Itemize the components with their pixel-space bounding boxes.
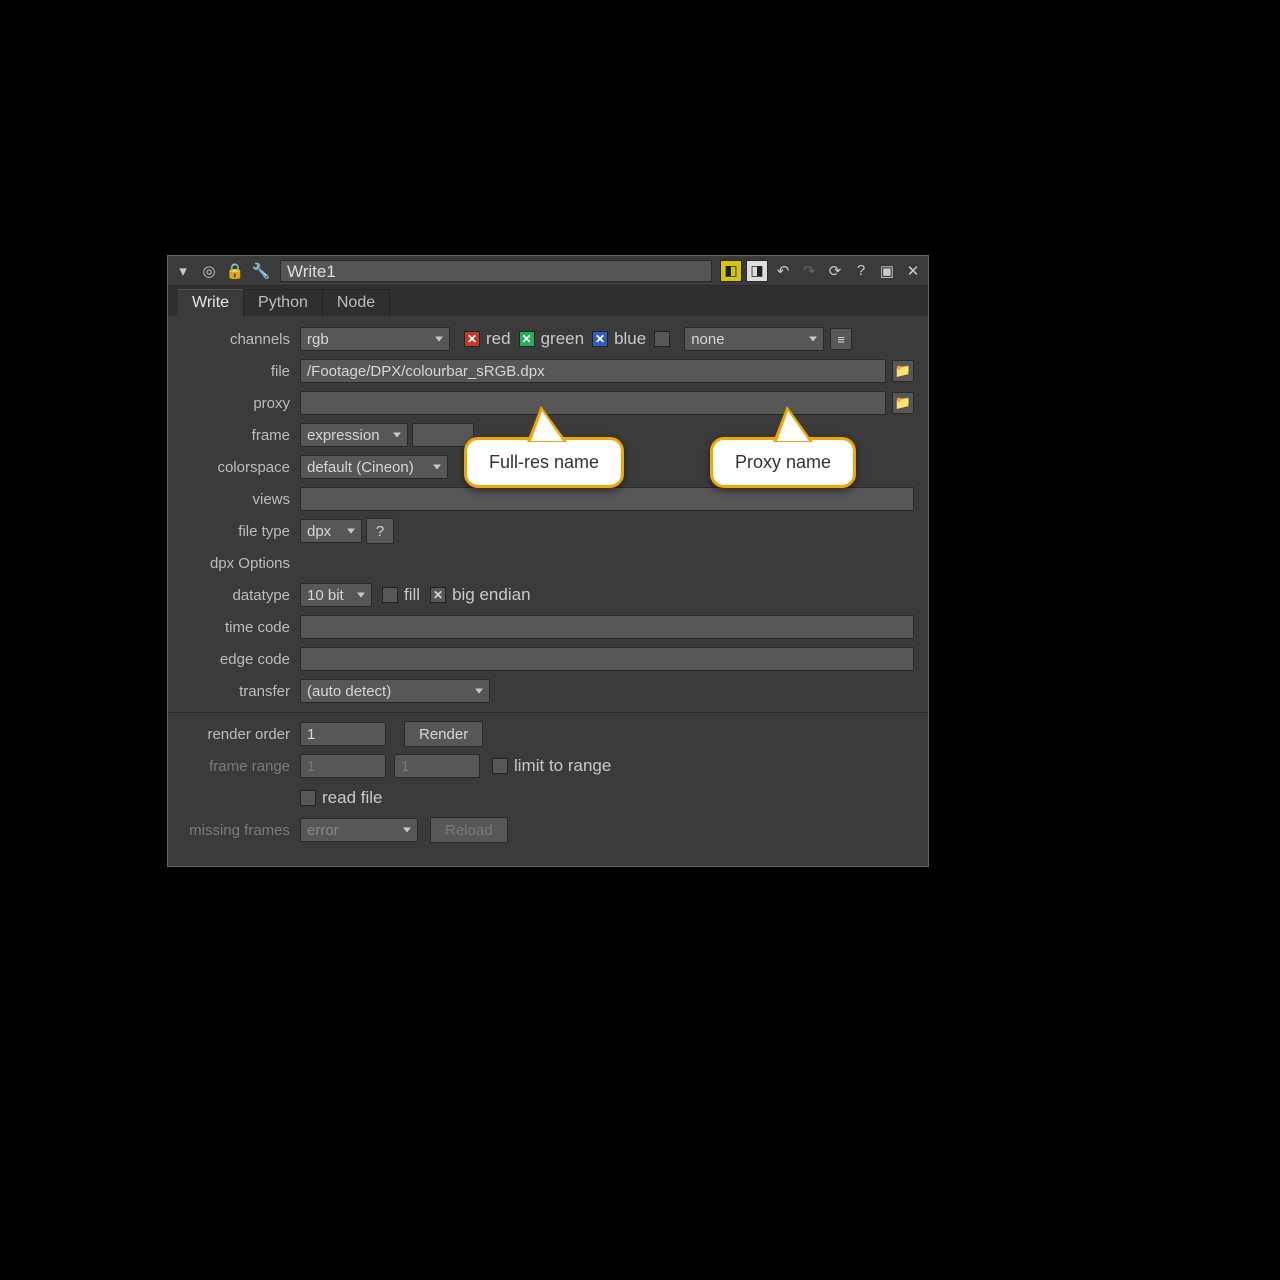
- target-icon[interactable]: ◎: [198, 260, 220, 282]
- views-input[interactable]: [300, 487, 914, 511]
- colorspace-select[interactable]: default (Cineon): [300, 455, 448, 479]
- channel-green-checkbox[interactable]: [519, 331, 535, 347]
- frame-range-start-input[interactable]: [300, 754, 386, 778]
- datatype-select[interactable]: 10 bit: [300, 583, 372, 607]
- label-frame: frame: [182, 427, 300, 444]
- titlebar: ▾ ◎ 🔒 🔧 Write1 ◧ ◨ ↶ ↷ ⟳ ? ▣ ✕: [168, 256, 928, 286]
- file-type-help-button[interactable]: ?: [366, 518, 394, 544]
- channel-red-checkbox[interactable]: [464, 331, 480, 347]
- label-fill: fill: [404, 585, 420, 605]
- file-input[interactable]: [300, 359, 886, 383]
- node-name-field[interactable]: Write1: [280, 260, 712, 282]
- label-big-endian: big endian: [452, 585, 530, 605]
- label-channels: channels: [182, 331, 300, 348]
- label-transfer: transfer: [182, 683, 300, 700]
- channel-blue-checkbox[interactable]: [592, 331, 608, 347]
- frame-select[interactable]: expression: [300, 423, 408, 447]
- callout-proxy: Proxy name: [710, 437, 856, 488]
- tab-write[interactable]: Write: [178, 289, 244, 316]
- redo-icon[interactable]: ↷: [798, 260, 820, 282]
- label-datatype: datatype: [182, 587, 300, 604]
- label-limit-to-range: limit to range: [514, 756, 611, 776]
- label-colorspace: colorspace: [182, 459, 300, 476]
- channels-select[interactable]: rgb: [300, 327, 450, 351]
- file-type-select[interactable]: dpx: [300, 519, 362, 543]
- callout-proxy-text: Proxy name: [735, 452, 831, 472]
- dock-icon[interactable]: ▣: [876, 260, 898, 282]
- file-browse-icon[interactable]: 📁: [892, 360, 914, 382]
- tab-node[interactable]: Node: [323, 289, 390, 316]
- undo-icon[interactable]: ↶: [772, 260, 794, 282]
- close-icon[interactable]: ✕: [902, 260, 924, 282]
- revert-icon[interactable]: ⟳: [824, 260, 846, 282]
- callout-tail-icon: [527, 406, 567, 442]
- label-render-order: render order: [182, 726, 300, 743]
- label-read-file: read file: [322, 788, 382, 808]
- help-icon[interactable]: ?: [850, 260, 872, 282]
- label-blue: blue: [614, 329, 646, 349]
- tab-bar: Write Python Node: [168, 286, 928, 316]
- render-button[interactable]: Render: [404, 721, 483, 747]
- label-green: green: [541, 329, 584, 349]
- label-frame-range: frame range: [182, 758, 300, 775]
- callout-tail-icon: [773, 406, 813, 442]
- channel-extra-checkbox[interactable]: [654, 331, 670, 347]
- label-red: red: [486, 329, 511, 349]
- limit-to-range-checkbox[interactable]: [492, 758, 508, 774]
- label-dpx-options: dpx Options: [182, 555, 300, 572]
- disclosure-triangle-icon[interactable]: ▾: [172, 260, 194, 282]
- indicator-a-icon[interactable]: ◧: [720, 260, 742, 282]
- missing-frames-select[interactable]: error: [300, 818, 418, 842]
- reload-button[interactable]: Reload: [430, 817, 508, 843]
- callout-fullres-text: Full-res name: [489, 452, 599, 472]
- label-proxy: proxy: [182, 395, 300, 412]
- read-file-checkbox[interactable]: [300, 790, 316, 806]
- content-area: channels rgb red green blue none ≡ file …: [168, 316, 928, 859]
- indicator-b-icon[interactable]: ◨: [746, 260, 768, 282]
- label-missing-frames: missing frames: [182, 822, 300, 839]
- label-views: views: [182, 491, 300, 508]
- write-node-panel: ▾ ◎ 🔒 🔧 Write1 ◧ ◨ ↶ ↷ ⟳ ? ▣ ✕ Write Pyt…: [168, 256, 928, 866]
- tab-python[interactable]: Python: [244, 289, 323, 316]
- label-edge-code: edge code: [182, 651, 300, 668]
- render-order-input[interactable]: [300, 722, 386, 746]
- fill-checkbox[interactable]: [382, 587, 398, 603]
- callout-fullres: Full-res name: [464, 437, 624, 488]
- label-time-code: time code: [182, 619, 300, 636]
- time-code-input[interactable]: [300, 615, 914, 639]
- lock-icon[interactable]: 🔒: [224, 260, 246, 282]
- wrench-icon[interactable]: 🔧: [250, 260, 272, 282]
- proxy-browse-icon[interactable]: 📁: [892, 392, 914, 414]
- frame-range-end-input[interactable]: [394, 754, 480, 778]
- label-file: file: [182, 363, 300, 380]
- divider: [168, 712, 928, 713]
- channel-extra-select[interactable]: none: [684, 327, 824, 351]
- edge-code-input[interactable]: [300, 647, 914, 671]
- channels-menu-icon[interactable]: ≡: [830, 328, 852, 350]
- label-file-type: file type: [182, 523, 300, 540]
- big-endian-checkbox[interactable]: [430, 587, 446, 603]
- transfer-select[interactable]: (auto detect): [300, 679, 490, 703]
